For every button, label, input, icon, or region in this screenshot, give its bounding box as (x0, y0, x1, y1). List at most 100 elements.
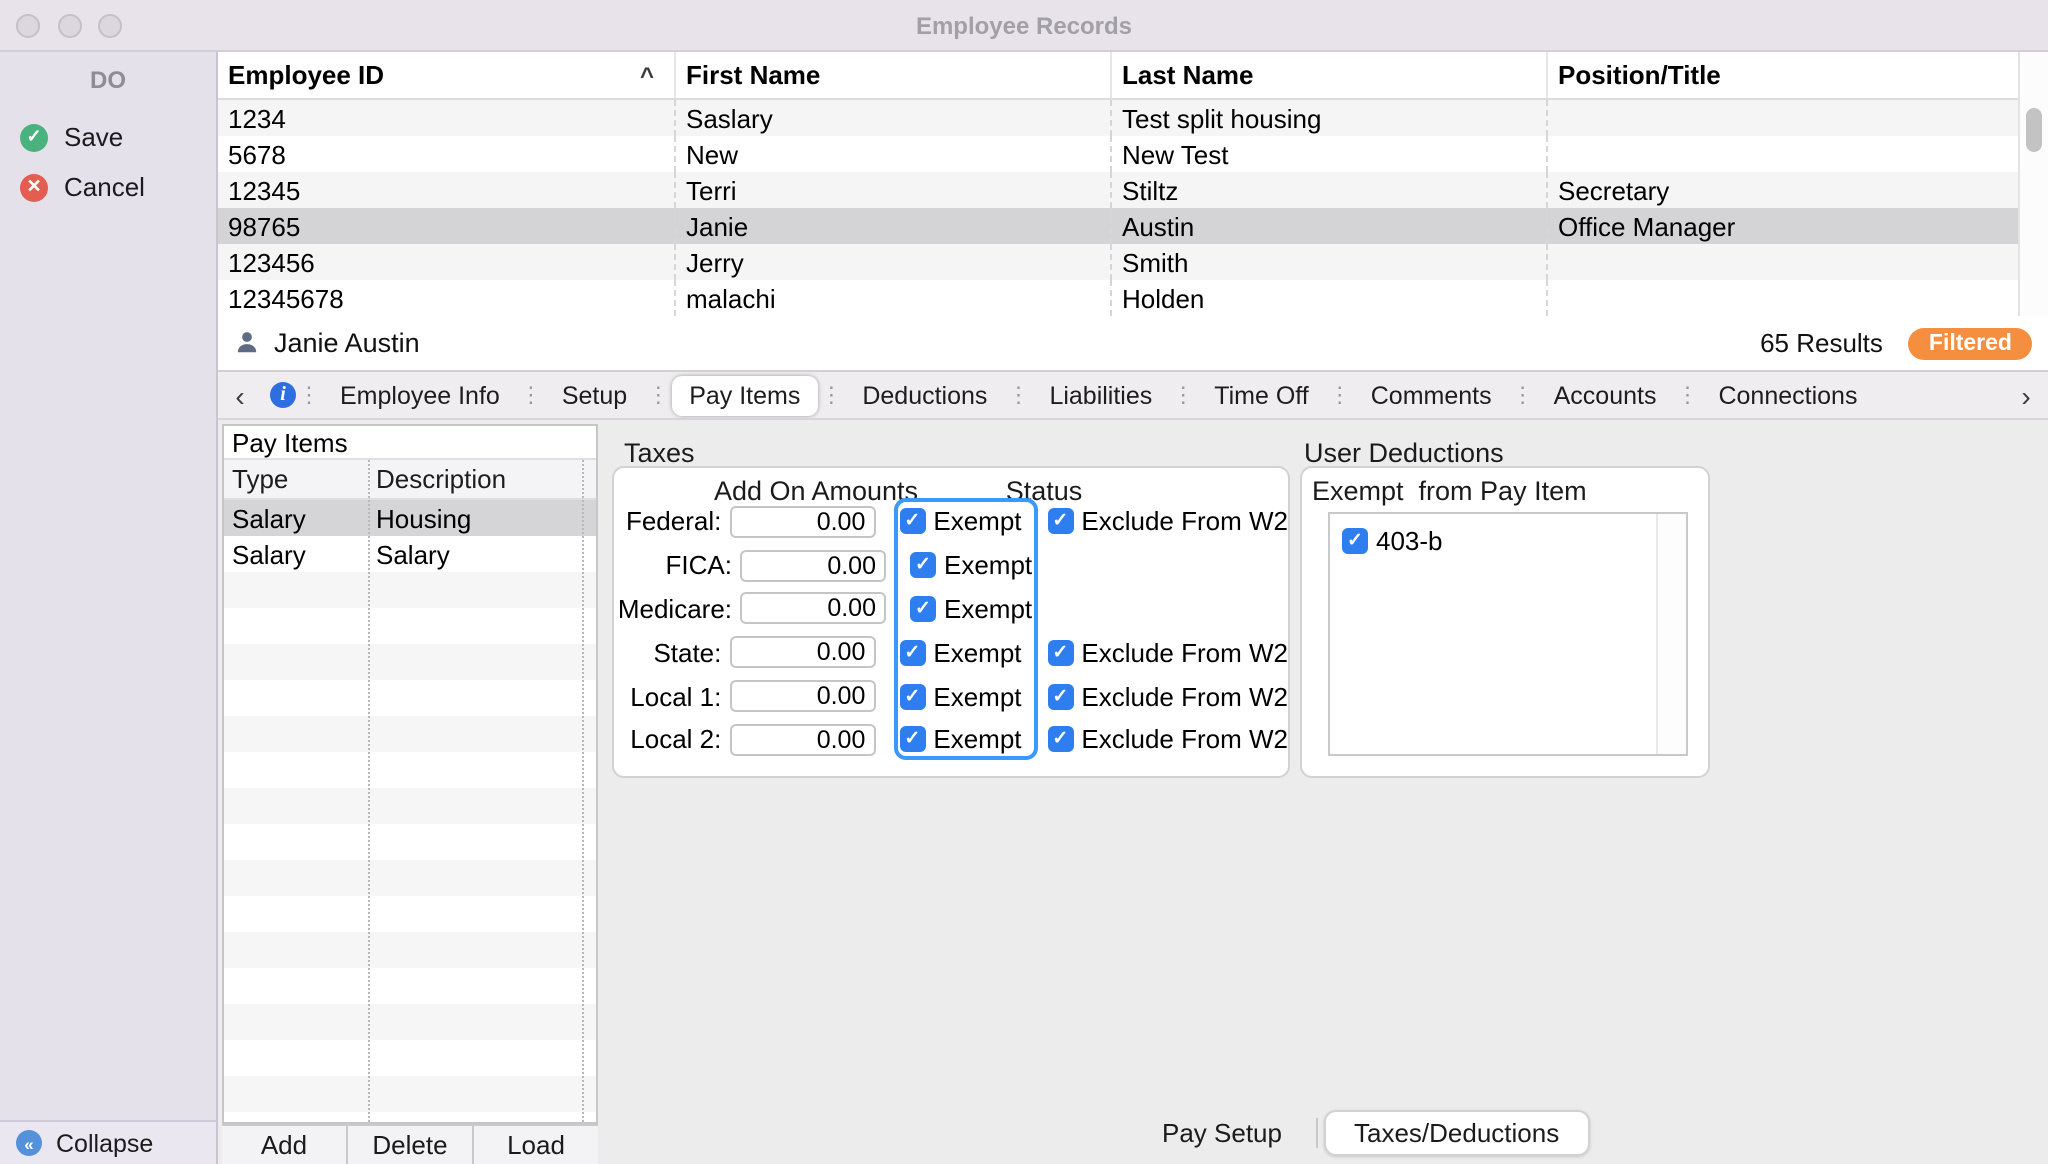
tab-liabilities[interactable]: Liabilities (1031, 375, 1170, 415)
column-header-type[interactable]: Type (224, 464, 368, 494)
cancel-label: Cancel (64, 172, 145, 202)
cancel-button[interactable]: ✕ Cancel (0, 162, 216, 212)
medicare-addon-input[interactable] (740, 593, 886, 625)
column-header-employee-id[interactable]: Employee ID ^ (218, 52, 676, 98)
local2-exclude-w2-checkbox[interactable]: ✓ (1047, 727, 1073, 753)
tab-pay-items[interactable]: Pay Items (671, 375, 818, 415)
pay-item-row-selected[interactable]: Salary Housing (224, 500, 596, 536)
fica-exempt-checkbox[interactable]: ✓ (910, 552, 936, 578)
cancel-x-icon: ✕ (20, 173, 48, 201)
local1-exempt-checkbox[interactable]: ✓ (899, 683, 925, 709)
zoom-button[interactable] (98, 14, 122, 38)
state-exclude-w2-checkbox[interactable]: ✓ (1047, 640, 1073, 666)
tax-rows: Federal: ✓ Exempt ✓ Exclude From W2 FICA… (614, 500, 1288, 762)
tab-menu-icon[interactable]: ⋮ (1510, 382, 1536, 408)
employee-table: Employee ID ^ First Name Last Name Posit… (218, 52, 2048, 316)
tab-comments[interactable]: Comments (1353, 375, 1510, 415)
collapse-button[interactable]: « Collapse (0, 1120, 216, 1164)
results-count: 65 Results (1760, 328, 1883, 358)
local1-label: Local 1: (614, 681, 729, 711)
app-window: Employee Records DO ✓ Save ✕ Cancel « Co… (0, 0, 2048, 1164)
tab-menu-icon[interactable]: ⋮ (645, 382, 671, 408)
column-header-description[interactable]: Description (368, 464, 596, 494)
table-row[interactable]: 12345 Terri Stiltz Secretary (218, 172, 2018, 208)
sidebar-header: DO (0, 66, 216, 94)
tab-connections[interactable]: Connections (1700, 375, 1875, 415)
cell-first-name: Janie (676, 208, 1112, 244)
tab-taxes-deductions[interactable]: Taxes/Deductions (1324, 1110, 1589, 1156)
tab-menu-icon[interactable]: ⋮ (1327, 382, 1353, 408)
section-tab-bar: ‹ i ⋮ Employee Info ⋮ Setup ⋮ Pay Items … (218, 372, 2048, 420)
user-deductions-group-box: Exempt from Pay Item ✓ 403-b (1300, 466, 1710, 778)
table-row[interactable]: 5678 New New Test (218, 136, 2018, 172)
list-scrollbar-track[interactable] (1656, 514, 1686, 754)
scroll-tabs-left-button[interactable]: ‹ (218, 379, 262, 411)
local1-addon-input[interactable] (729, 680, 875, 712)
table-scrollbar[interactable] (2018, 52, 2048, 316)
scrollbar-thumb[interactable] (2026, 108, 2042, 152)
add-button[interactable]: Add (222, 1126, 348, 1164)
delete-button[interactable]: Delete (348, 1126, 474, 1164)
tab-menu-icon[interactable]: ⋮ (518, 382, 544, 408)
load-button[interactable]: Load (474, 1126, 598, 1164)
column-header-position[interactable]: Position/Title (1548, 52, 2018, 98)
tax-row-fica: FICA: ✓ Exempt (614, 544, 1288, 588)
column-header-last-name[interactable]: Last Name (1112, 52, 1548, 98)
state-exempt-checkbox[interactable]: ✓ (899, 640, 925, 666)
tab-setup[interactable]: Setup (544, 375, 645, 415)
pay-items-panel: Pay Items Type Description Salary Housin… (222, 424, 598, 1124)
save-button[interactable]: ✓ Save (0, 112, 216, 162)
tax-row-state: State: ✓ Exempt ✓ Exclude From W2 (614, 631, 1288, 675)
tab-accounts[interactable]: Accounts (1536, 375, 1675, 415)
403b-checkbox[interactable]: ✓ (1342, 528, 1368, 554)
tab-time-off[interactable]: Time Off (1196, 375, 1326, 415)
exempt-label: Exempt (933, 725, 1021, 755)
info-icon[interactable]: i (270, 382, 296, 408)
scroll-tabs-right-button[interactable]: › (2004, 379, 2048, 411)
tab-employee-info[interactable]: Employee Info (322, 375, 518, 415)
cell-employee-id: 12345 (218, 172, 676, 208)
cell-employee-id: 1234 (218, 100, 676, 136)
exempt-label: Exempt (944, 594, 1032, 624)
tab-menu-icon[interactable]: ⋮ (818, 382, 844, 408)
cell-employee-id: 12345678 (218, 280, 676, 316)
sort-ascending-icon: ^ (640, 61, 674, 89)
local2-exempt-checkbox[interactable]: ✓ (899, 727, 925, 753)
cell-last-name: New Test (1112, 136, 1548, 172)
column-header-first-name[interactable]: First Name (676, 52, 1112, 98)
filtered-badge[interactable]: Filtered (1909, 327, 2032, 359)
federal-exclude-w2-checkbox[interactable]: ✓ (1047, 509, 1073, 535)
federal-addon-input[interactable] (729, 506, 875, 538)
pay-item-row[interactable]: Salary Salary (224, 536, 596, 572)
tab-deductions[interactable]: Deductions (844, 375, 1005, 415)
cell-position (1548, 136, 2018, 172)
tab-menu-icon[interactable]: ⋮ (1005, 382, 1031, 408)
list-item-403b[interactable]: ✓ 403-b (1330, 514, 1686, 556)
table-row[interactable]: 1234 Saslary Test split housing (218, 100, 2018, 136)
save-check-icon: ✓ (20, 123, 48, 151)
federal-exempt-checkbox[interactable]: ✓ (899, 509, 925, 535)
tab-menu-icon[interactable]: ⋮ (1170, 382, 1196, 408)
column-label: Position/Title (1558, 60, 1721, 90)
tab-menu-icon[interactable]: ⋮ (1674, 382, 1700, 408)
exempt-from-pay-item-label: Exempt from Pay Item (1312, 476, 1587, 506)
tax-row-local1: Local 1: ✓ Exempt ✓ Exclude From W2 (614, 674, 1288, 718)
tab-menu-icon[interactable]: ⋮ (296, 382, 322, 408)
local1-exclude-w2-checkbox[interactable]: ✓ (1047, 683, 1073, 709)
cell-last-name: Test split housing (1112, 100, 1548, 136)
cell-position: Secretary (1548, 172, 2018, 208)
medicare-exempt-checkbox[interactable]: ✓ (910, 596, 936, 622)
minimize-button[interactable] (57, 14, 81, 38)
fica-addon-input[interactable] (740, 549, 886, 581)
state-addon-input[interactable] (729, 637, 875, 669)
tab-pay-setup[interactable]: Pay Setup (1134, 1112, 1310, 1154)
exempt-label: Exempt (944, 550, 1032, 580)
column-label: Employee ID (228, 60, 384, 90)
local2-label: Local 2: (614, 725, 729, 755)
table-row[interactable]: 12345678 malachi Holden (218, 280, 2018, 316)
table-row[interactable]: 123456 Jerry Smith (218, 244, 2018, 280)
state-label: State: (614, 638, 729, 668)
close-button[interactable] (16, 14, 40, 38)
table-row-selected[interactable]: 98765 Janie Austin Office Manager (218, 208, 2018, 244)
local2-addon-input[interactable] (729, 724, 875, 756)
